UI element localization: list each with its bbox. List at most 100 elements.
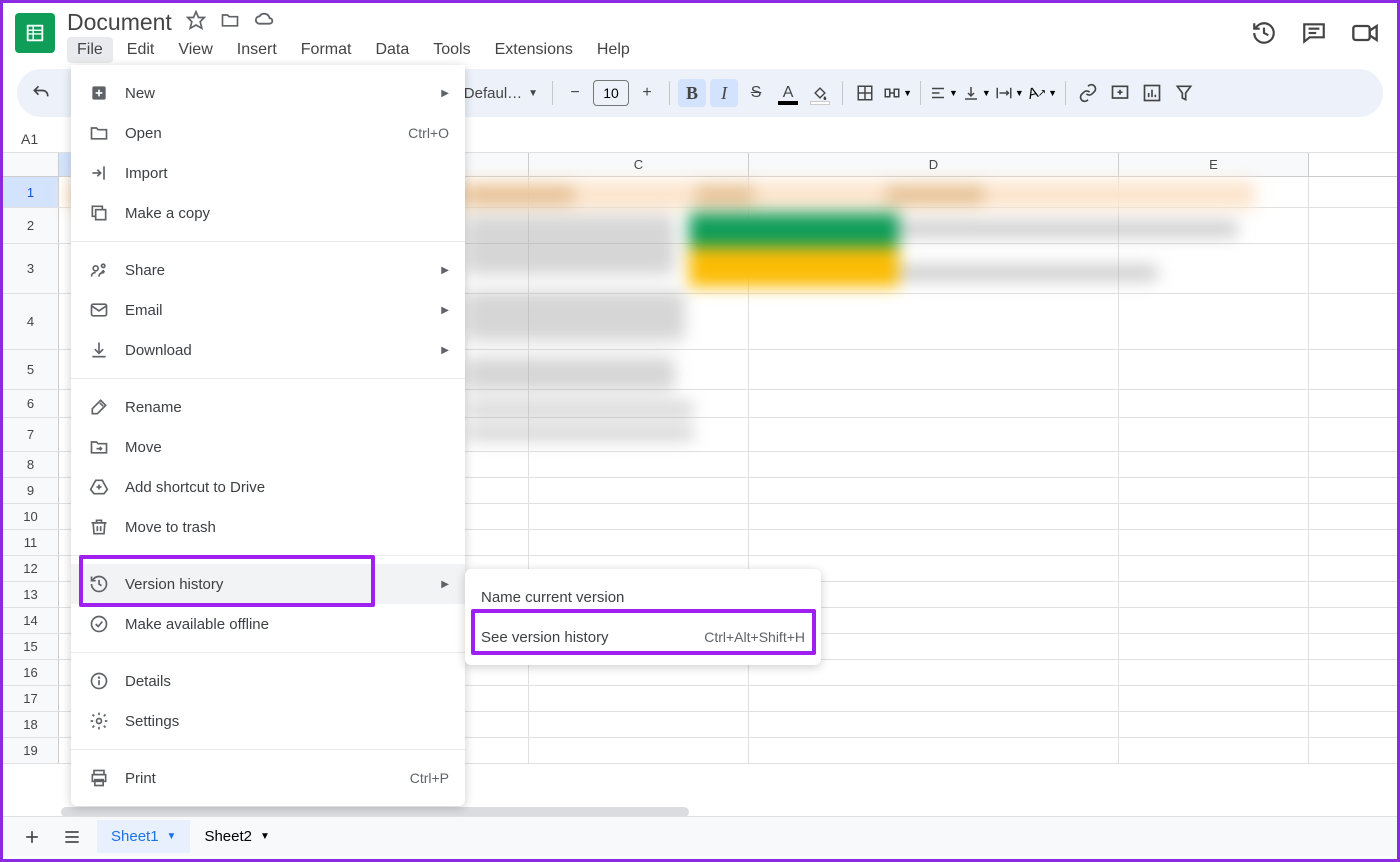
drive-add-icon [87, 475, 111, 499]
history-icon[interactable] [1251, 20, 1277, 51]
row-header[interactable]: 18 [3, 712, 59, 737]
row-header[interactable]: 4 [3, 294, 59, 349]
menu-insert[interactable]: Insert [227, 37, 287, 63]
vertical-align-button[interactable]: ▼ [962, 84, 991, 102]
row-header[interactable]: 3 [3, 244, 59, 293]
menu-data[interactable]: Data [365, 37, 419, 63]
add-sheet-button[interactable] [17, 822, 47, 852]
font-size-input[interactable]: 10 [593, 80, 629, 106]
insert-comment-button[interactable] [1106, 79, 1134, 107]
cell[interactable] [1119, 738, 1309, 763]
cell[interactable] [749, 686, 1119, 711]
cell[interactable] [749, 738, 1119, 763]
move-icon [87, 435, 111, 459]
cell[interactable] [749, 712, 1119, 737]
menu-help[interactable]: Help [587, 37, 640, 63]
row-header[interactable]: 19 [3, 738, 59, 763]
cell[interactable] [529, 738, 749, 763]
share-icon [87, 258, 111, 282]
borders-button[interactable] [851, 79, 879, 107]
file-menu-details[interactable]: Details [71, 661, 465, 701]
row-header[interactable]: 6 [3, 390, 59, 417]
decrease-font-button[interactable]: − [561, 79, 589, 107]
row-header[interactable]: 2 [3, 208, 59, 243]
strikethrough-button[interactable]: S [742, 79, 770, 107]
sheet-tab-sheet1[interactable]: Sheet1▼ [97, 820, 190, 853]
sheets-logo[interactable] [15, 13, 55, 53]
menu-tools[interactable]: Tools [423, 37, 480, 63]
rotate-button[interactable]: A↗▼ [1028, 85, 1057, 102]
copy-icon [87, 201, 111, 225]
row-header[interactable]: 12 [3, 556, 59, 581]
link-button[interactable] [1074, 79, 1102, 107]
font-selector[interactable]: Defaul…▼ [458, 85, 544, 102]
row-header[interactable]: 1 [3, 177, 59, 207]
folder-icon [87, 121, 111, 145]
menu-edit[interactable]: Edit [117, 37, 165, 63]
column-header[interactable]: C [529, 153, 749, 176]
filter-button[interactable] [1170, 79, 1198, 107]
name-box[interactable]: A1 [3, 131, 53, 147]
row-header[interactable]: 9 [3, 478, 59, 503]
file-menu-download[interactable]: Download▶ [71, 330, 465, 370]
comment-icon[interactable] [1301, 20, 1327, 51]
file-menu-settings[interactable]: Settings [71, 701, 465, 741]
submenu-name-current-version[interactable]: Name current version [465, 577, 821, 617]
cell[interactable] [529, 712, 749, 737]
cloud-icon[interactable] [254, 9, 276, 36]
increase-font-button[interactable]: + [633, 79, 661, 107]
file-menu-email[interactable]: Email▶ [71, 290, 465, 330]
file-menu-version-history[interactable]: Version history▶ [71, 564, 465, 604]
wrap-button[interactable]: ▼ [995, 84, 1024, 102]
row-header[interactable]: 11 [3, 530, 59, 555]
import-icon [87, 161, 111, 185]
file-menu-print[interactable]: PrintCtrl+P [71, 758, 465, 798]
row-header[interactable]: 14 [3, 608, 59, 633]
video-call-icon[interactable] [1351, 19, 1379, 52]
file-menu-add-shortcut-to-drive[interactable]: Add shortcut to Drive [71, 467, 465, 507]
menu-extensions[interactable]: Extensions [485, 37, 583, 63]
file-menu-make-available-offline[interactable]: Make available offline [71, 604, 465, 644]
file-menu-import[interactable]: Import [71, 153, 465, 193]
cell[interactable] [1119, 712, 1309, 737]
bold-button[interactable]: B [678, 79, 706, 107]
submenu-see-version-history[interactable]: See version historyCtrl+Alt+Shift+H [465, 617, 821, 657]
column-header[interactable]: D [749, 153, 1119, 176]
select-all-corner[interactable] [3, 153, 59, 176]
undo-button[interactable] [27, 79, 55, 107]
row-header[interactable]: 13 [3, 582, 59, 607]
row-header[interactable]: 16 [3, 660, 59, 685]
row-header[interactable]: 17 [3, 686, 59, 711]
menu-view[interactable]: View [168, 37, 222, 63]
row-header[interactable]: 5 [3, 350, 59, 389]
sheet-tab-sheet2[interactable]: Sheet2▼ [190, 820, 283, 853]
row-header[interactable]: 8 [3, 452, 59, 477]
italic-button[interactable]: I [710, 79, 738, 107]
text-color-button[interactable]: A [774, 79, 802, 107]
file-menu-make-a-copy[interactable]: Make a copy [71, 193, 465, 233]
cell[interactable] [529, 686, 749, 711]
horizontal-align-button[interactable]: ▼ [929, 84, 958, 102]
insert-chart-button[interactable] [1138, 79, 1166, 107]
document-title[interactable]: Document [67, 9, 172, 36]
merge-button[interactable]: ▼ [883, 84, 912, 102]
column-header[interactable]: E [1119, 153, 1309, 176]
star-icon[interactable] [186, 10, 206, 35]
menu-file[interactable]: File [67, 37, 113, 63]
cell[interactable] [1119, 686, 1309, 711]
file-menu-move[interactable]: Move [71, 427, 465, 467]
all-sheets-button[interactable] [57, 822, 87, 852]
file-menu-share[interactable]: Share▶ [71, 250, 465, 290]
file-menu-rename[interactable]: Rename [71, 387, 465, 427]
file-menu-open[interactable]: OpenCtrl+O [71, 113, 465, 153]
file-menu-move-to-trash[interactable]: Move to trash [71, 507, 465, 547]
move-folder-icon[interactable] [220, 10, 240, 35]
menu-format[interactable]: Format [291, 37, 362, 63]
file-menu-new[interactable]: New▶ [71, 73, 465, 113]
row-header[interactable]: 15 [3, 634, 59, 659]
row-header[interactable]: 7 [3, 418, 59, 451]
row-header[interactable]: 10 [3, 504, 59, 529]
rename-icon [87, 395, 111, 419]
fill-color-button[interactable] [806, 79, 834, 107]
submenu-arrow-icon: ▶ [441, 305, 449, 316]
